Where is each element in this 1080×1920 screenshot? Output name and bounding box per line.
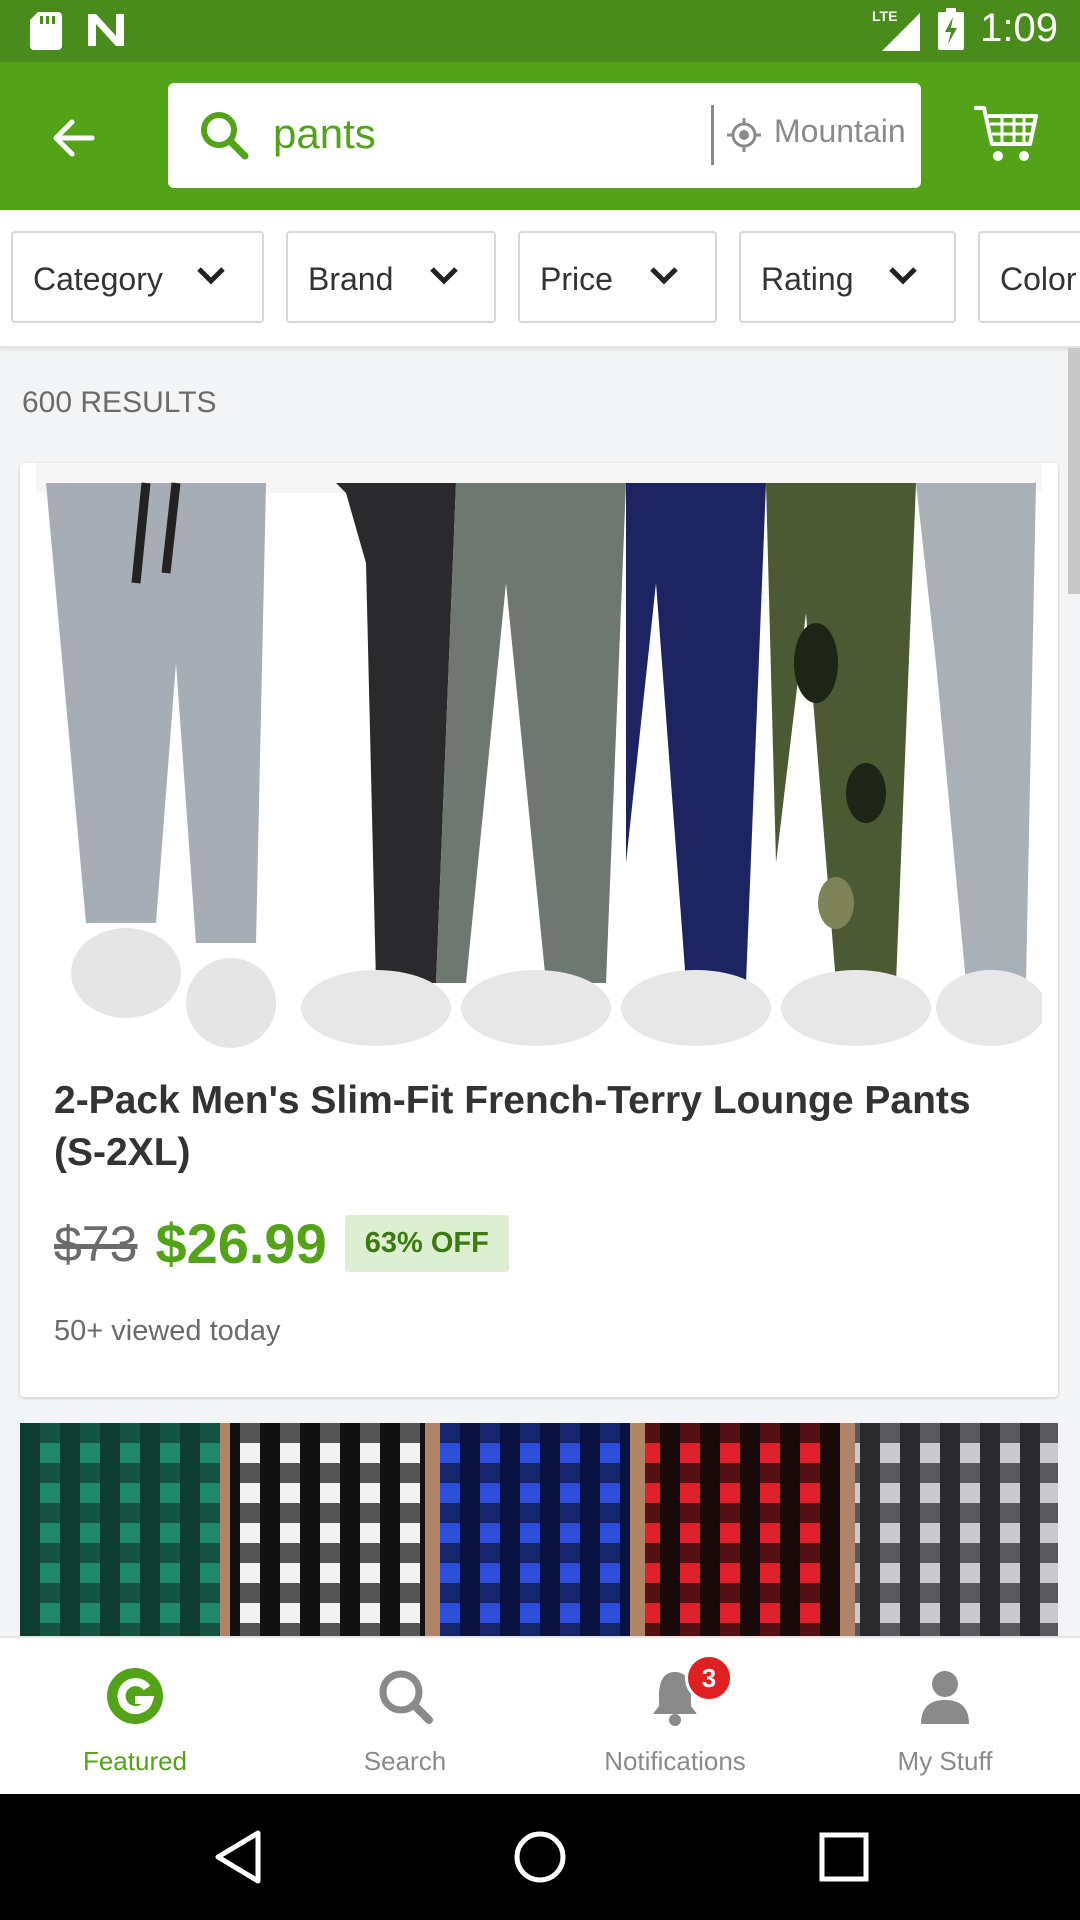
network-label: LTE bbox=[872, 8, 897, 24]
clock: 1:09 bbox=[980, 6, 1058, 50]
chevron-down-icon bbox=[889, 267, 917, 285]
product-card[interactable] bbox=[20, 1423, 1058, 1643]
viewed-count: 50+ viewed today bbox=[54, 1315, 281, 1347]
filter-label: Rating bbox=[761, 261, 854, 297]
filter-color[interactable]: Color bbox=[978, 231, 1080, 323]
back-arrow-icon[interactable] bbox=[46, 110, 102, 166]
nav-label: Featured bbox=[82, 1746, 188, 1776]
nav-search[interactable]: Search bbox=[270, 1638, 540, 1796]
product-image[interactable] bbox=[20, 1423, 1058, 1643]
filter-category[interactable]: Category bbox=[11, 231, 264, 323]
n-app-icon bbox=[88, 14, 124, 46]
results-count: 600 RESULTS bbox=[22, 386, 217, 419]
battery-icon bbox=[938, 7, 965, 50]
nav-my-stuff[interactable]: My Stuff bbox=[810, 1638, 1080, 1796]
filter-bar: Category Brand Price Rating Color bbox=[0, 210, 1080, 348]
signal-icon: LTE bbox=[872, 8, 921, 51]
cart-icon[interactable] bbox=[972, 102, 1040, 166]
product-title[interactable]: 2-Pack Men's Slim-Fit French-Terry Loung… bbox=[54, 1075, 1014, 1179]
chevron-down-icon bbox=[650, 267, 678, 285]
person-icon bbox=[921, 1671, 969, 1724]
filter-label: Category bbox=[33, 261, 163, 297]
app-bar: pants Mountain bbox=[0, 62, 1080, 210]
search-query[interactable]: pants bbox=[273, 110, 376, 158]
system-nav-bar bbox=[0, 1794, 1080, 1920]
nav-notifications[interactable]: Notifications bbox=[540, 1638, 810, 1796]
filter-rating[interactable]: Rating bbox=[739, 231, 956, 323]
nav-label: My Stuff bbox=[897, 1746, 993, 1776]
filter-brand[interactable]: Brand bbox=[286, 231, 496, 323]
discount-badge: 63% OFF bbox=[344, 1215, 509, 1272]
product-image[interactable] bbox=[36, 463, 1042, 1048]
search-icon bbox=[201, 112, 249, 160]
location-target-icon[interactable] bbox=[726, 117, 762, 153]
bottom-nav: Featured Search Notifications My Stuff bbox=[0, 1636, 1080, 1796]
status-bar: LTE 1:09 bbox=[0, 0, 1080, 62]
filter-label: Brand bbox=[308, 261, 394, 297]
nav-label: Notifications bbox=[604, 1746, 746, 1776]
search-icon bbox=[379, 1670, 433, 1724]
search-divider bbox=[711, 105, 714, 165]
system-back-icon[interactable] bbox=[210, 1829, 266, 1885]
scrollbar[interactable] bbox=[1068, 348, 1080, 594]
sale-price: $26.99 bbox=[155, 1212, 327, 1275]
chevron-down-icon bbox=[197, 267, 225, 285]
system-recents-icon[interactable] bbox=[818, 1831, 870, 1883]
original-price: $73 bbox=[54, 1215, 138, 1272]
filter-label: Price bbox=[540, 261, 613, 297]
chevron-down-icon bbox=[430, 267, 458, 285]
g-logo-icon bbox=[107, 1668, 163, 1724]
notifications-badge: 3 bbox=[685, 1654, 733, 1702]
filter-price[interactable]: Price bbox=[518, 231, 717, 323]
search-input[interactable]: pants Mountain bbox=[168, 83, 921, 188]
system-home-icon[interactable] bbox=[512, 1829, 568, 1885]
nav-featured[interactable]: Featured bbox=[0, 1638, 270, 1796]
product-card[interactable]: 2-Pack Men's Slim-Fit French-Terry Loung… bbox=[20, 463, 1058, 1397]
location-field[interactable]: Mountain bbox=[774, 113, 914, 150]
price-row: $73 $26.99 63% OFF bbox=[54, 1211, 509, 1276]
filter-label: Color bbox=[1000, 261, 1077, 297]
nav-label: Search bbox=[363, 1746, 447, 1776]
sd-card-icon bbox=[30, 12, 62, 50]
